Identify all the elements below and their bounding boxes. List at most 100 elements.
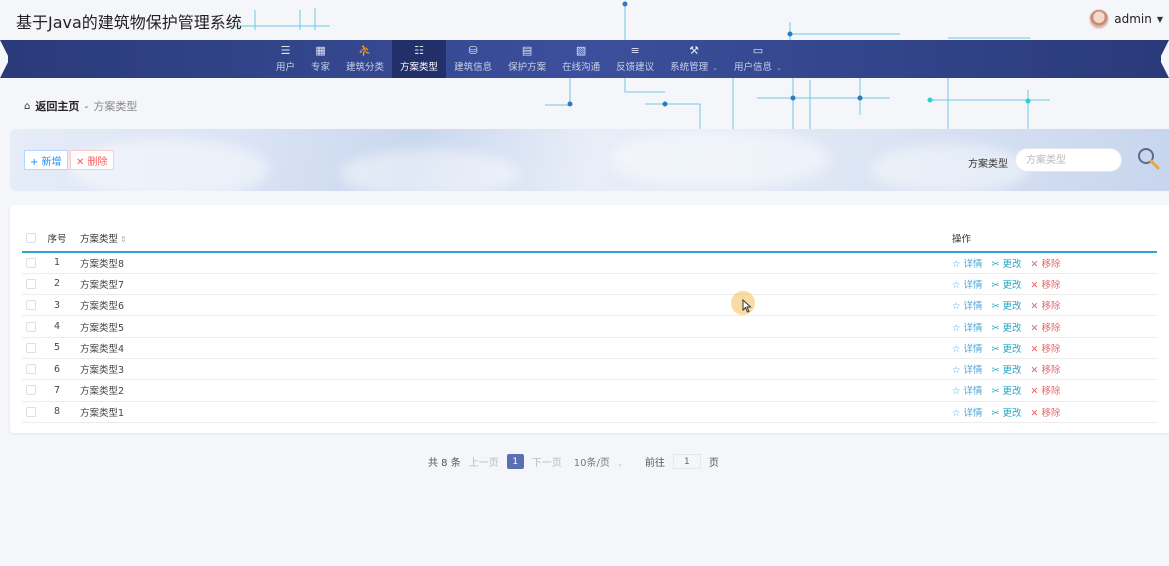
table-row[interactable]: 6 方案类型3 ☆ 详情 ✂ 更改 ✕ 移除	[22, 358, 1157, 380]
edit-button[interactable]: ✂ 更改	[992, 323, 1022, 334]
search-input[interactable]	[1015, 148, 1122, 172]
nav-item-label: 在线沟通	[562, 62, 601, 73]
page-size-select[interactable]: 10条/页 ⌄	[574, 454, 623, 469]
edit-button[interactable]: ✂ 更改	[992, 408, 1022, 419]
detail-button[interactable]: ☆ 详情	[952, 323, 983, 334]
nav-item-6[interactable]: ▧ 在线沟通	[554, 40, 608, 78]
row-type: 方案类型5	[80, 322, 125, 334]
delete-button[interactable]: ✕ 删除	[70, 150, 114, 170]
remove-button[interactable]: ✕ 移除	[1031, 408, 1061, 419]
page-number[interactable]: 1	[506, 454, 524, 469]
sort-icon[interactable]: ⇕	[120, 235, 127, 244]
row-actions: ☆ 详情 ✂ 更改 ✕ 移除	[952, 337, 1157, 358]
nav-item-label: 用户	[276, 62, 296, 73]
remove-button[interactable]: ✕ 移除	[1031, 259, 1061, 270]
nav-item-label: 系统管理 ⌄	[670, 62, 719, 73]
nav-item-8[interactable]: ⚒ 系统管理 ⌄	[662, 40, 726, 78]
breadcrumb-current: 方案类型	[93, 100, 138, 113]
detail-button[interactable]: ☆ 详情	[952, 408, 983, 419]
detail-button[interactable]: ☆ 详情	[952, 386, 983, 397]
goto-page-input[interactable]: 1	[672, 454, 701, 469]
row-index: 2	[53, 278, 61, 290]
nav-item-4[interactable]: ⛁ 建筑信息	[446, 40, 500, 78]
row-checkbox[interactable]	[26, 321, 36, 332]
search-label: 方案类型	[968, 159, 1008, 170]
row-checkbox[interactable]	[26, 385, 36, 396]
column-ops: 操作	[952, 233, 972, 245]
clipboard-icon: ▤	[521, 44, 533, 57]
window-icon: ▭	[752, 44, 764, 57]
table-row[interactable]: 1 方案类型8 ☆ 详情 ✂ 更改 ✕ 移除	[22, 252, 1157, 274]
detail-button[interactable]: ☆ 详情	[952, 280, 983, 291]
nav-item-2[interactable]: ⛹ 建筑分类	[338, 40, 392, 78]
edit-button[interactable]: ✂ 更改	[992, 259, 1022, 270]
sliders-icon: ☷	[414, 44, 424, 57]
row-checkbox[interactable]	[26, 278, 36, 289]
remove-button[interactable]: ✕ 移除	[1031, 386, 1061, 397]
breadcrumb-home-link[interactable]: 返回主页	[35, 98, 79, 114]
nav-item-3[interactable]: ☷ 方案类型	[392, 40, 447, 78]
home-icon[interactable]: ⌂	[24, 101, 30, 112]
username[interactable]: admin	[1114, 12, 1152, 26]
table-row[interactable]: 7 方案类型2 ☆ 详情 ✂ 更改 ✕ 移除	[22, 380, 1157, 402]
table-card: 序号 方案类型 ⇕ 操作 1 方案类型8 ☆ 详情 ✂ 更改 ✕ 移除 2 方案类型7 ☆ 详情…	[10, 205, 1169, 433]
navbar-right-cap	[1153, 40, 1169, 78]
column-type[interactable]: 方案类型 ⇕	[72, 224, 952, 252]
remove-button[interactable]: ✕ 移除	[1031, 301, 1061, 312]
nav-item-label: 建筑分类	[346, 62, 385, 73]
row-type: 方案类型7	[80, 279, 125, 291]
remove-button[interactable]: ✕ 移除	[1031, 280, 1061, 291]
remove-button[interactable]: ✕ 移除	[1031, 344, 1061, 355]
select-all-checkbox[interactable]	[26, 232, 36, 243]
add-button[interactable]: + 新增	[24, 150, 68, 170]
table-row[interactable]: 4 方案类型5 ☆ 详情 ✂ 更改 ✕ 移除	[22, 316, 1157, 338]
row-type: 方案类型4	[80, 343, 125, 355]
detail-button[interactable]: ☆ 详情	[952, 344, 983, 355]
table-row[interactable]: 3 方案类型6 ☆ 详情 ✂ 更改 ✕ 移除	[22, 295, 1157, 316]
prev-page-button[interactable]: 上一页	[469, 454, 499, 469]
edit-button[interactable]: ✂ 更改	[992, 386, 1022, 397]
row-checkbox[interactable]	[26, 406, 36, 417]
table-row[interactable]: 2 方案类型7 ☆ 详情 ✂ 更改 ✕ 移除	[22, 273, 1157, 295]
nav-item-1[interactable]: ▦ 专家	[303, 40, 338, 78]
goto-suffix: 页	[708, 458, 719, 469]
tools-icon: ⚒	[689, 44, 699, 57]
nav-menu: ☰ 用户 ▦ 专家 ⛹ 建筑分类 ☷ 方案类型 ⛁ 建筑信息 ▤ 保护方案 ▧ 在线沟通 ≡ 反馈建议 ⚒ 系统管…	[268, 40, 790, 78]
mouse-cursor-icon	[742, 299, 752, 313]
edit-button[interactable]: ✂ 更改	[992, 280, 1022, 291]
edit-button[interactable]: ✂ 更改	[992, 365, 1022, 376]
row-index: 8	[53, 406, 61, 418]
row-type: 方案类型1	[80, 407, 125, 419]
breadcrumb: ⌂ 返回主页 - 方案类型	[24, 98, 137, 114]
pin-icon: ⛁	[468, 44, 478, 57]
edit-button[interactable]: ✂ 更改	[992, 301, 1022, 312]
next-page-button[interactable]: 下一页	[532, 454, 562, 469]
caret-down-icon[interactable]: ▼	[1157, 15, 1163, 24]
row-index: 6	[53, 363, 61, 375]
row-checkbox[interactable]	[26, 342, 36, 353]
remove-button[interactable]: ✕ 移除	[1031, 323, 1061, 334]
row-checkbox[interactable]	[26, 257, 36, 268]
table-row[interactable]: 8 方案类型1 ☆ 详情 ✂ 更改 ✕ 移除	[22, 401, 1157, 423]
row-checkbox[interactable]	[26, 300, 36, 311]
detail-button[interactable]: ☆ 详情	[952, 365, 983, 376]
nav-item-0[interactable]: ☰ 用户	[268, 40, 303, 78]
nav-item-7[interactable]: ≡ 反馈建议	[608, 40, 662, 78]
avatar[interactable]	[1089, 9, 1110, 29]
remove-button[interactable]: ✕ 移除	[1031, 365, 1061, 376]
row-checkbox[interactable]	[26, 364, 36, 375]
nav-item-5[interactable]: ▤ 保护方案	[500, 40, 554, 78]
detail-button[interactable]: ☆ 详情	[952, 301, 983, 312]
top-header: 基于Java的建筑物保护管理系统 admin ▼	[0, 0, 1169, 40]
nav-item-label: 方案类型	[400, 62, 439, 73]
table-row[interactable]: 5 方案类型4 ☆ 详情 ✂ 更改 ✕ 移除	[22, 337, 1157, 359]
detail-button[interactable]: ☆ 详情	[952, 259, 983, 270]
edit-button[interactable]: ✂ 更改	[992, 344, 1022, 355]
column-index: 序号	[47, 233, 67, 245]
user-menu[interactable]: admin ▼	[1089, 9, 1163, 29]
chevron-down-icon: ⌄	[712, 64, 719, 72]
search-icon[interactable]	[1135, 145, 1161, 171]
chevron-down-icon: ⌄	[776, 64, 782, 72]
chevron-down-icon: ⌄	[617, 460, 623, 468]
nav-item-9[interactable]: ▭ 用户信息 ⌄	[726, 40, 790, 78]
